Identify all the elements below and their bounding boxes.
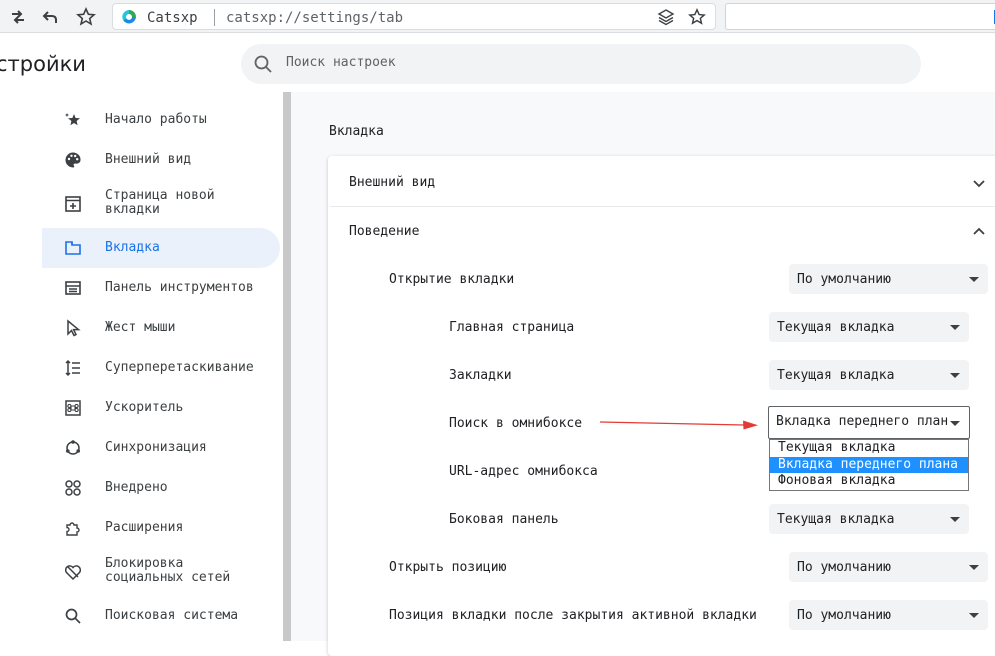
sync-arrows-icon[interactable] — [7, 6, 29, 28]
page-title: стройки — [0, 52, 86, 76]
sidebar-item-super-drag[interactable]: Суперперетаскивание — [42, 348, 280, 388]
sidebar-item-search-engine[interactable]: Поисковая система — [42, 596, 280, 636]
address-separator — [214, 9, 215, 26]
dropdown-arrow-icon — [950, 421, 960, 426]
palette-icon — [64, 151, 82, 169]
sidebar-item-label: Блокировка социальных сетей — [105, 556, 231, 585]
drag-lines-icon — [64, 359, 82, 377]
dropdown-option-selected[interactable]: Вкладка переднего плана — [770, 456, 968, 474]
sidebar-item-extensions[interactable]: Расширения — [42, 508, 280, 548]
select-value: По умолчанию — [797, 560, 891, 575]
sidebar-item-sync[interactable]: Синхронизация — [42, 428, 280, 468]
url-text[interactable]: catsxp://settings/tab — [226, 10, 403, 26]
after-close-position-select[interactable]: По умолчанию — [789, 600, 988, 630]
tab-icon — [64, 239, 82, 257]
select-value: По умолчанию — [797, 272, 891, 287]
star-icon[interactable] — [688, 8, 706, 30]
omnibox-search-dropdown: Текущая вкладка Вкладка переднего плана … — [769, 439, 969, 491]
dropdown-arrow-icon — [969, 565, 979, 570]
toolbar-search-box[interactable] — [725, 3, 995, 30]
search-icon — [64, 607, 82, 625]
select-value: Текущая вкладка — [777, 368, 895, 383]
dropdown-arrow-icon — [969, 613, 979, 618]
dropdown-option[interactable]: Фоновая вкладка — [770, 473, 968, 490]
sidebar-item-social-block[interactable]: Блокировка социальных сетей — [42, 550, 280, 590]
sidebar-item-label: Жест мыши — [105, 320, 176, 335]
annotation-arrow — [598, 414, 760, 434]
browser-toolbar: Catsxp catsxp://settings/tab — [0, 0, 995, 33]
search-icon — [253, 54, 273, 78]
open-position-select[interactable]: По умолчанию — [789, 552, 988, 582]
sync-icon — [64, 439, 82, 457]
settings-search-input[interactable] — [286, 55, 786, 70]
side-panel-select[interactable]: Текущая вкладка — [769, 504, 969, 534]
undo-arrow-icon[interactable] — [39, 6, 61, 28]
address-bar[interactable]: Catsxp catsxp://settings/tab — [112, 3, 716, 30]
sidebar-item-label: Внешний вид — [105, 152, 192, 167]
sidebar-item-label: Панель инструментов — [105, 280, 254, 295]
sidebar-item-label: Суперперетаскивание — [105, 360, 254, 375]
sidebar-item-getting-started[interactable]: Начало работы — [42, 100, 280, 140]
command-key-icon — [64, 399, 82, 417]
catsxp-logo-icon — [121, 9, 137, 25]
section-title: Вкладка — [329, 124, 384, 139]
dropdown-option[interactable]: Текущая вкладка — [770, 440, 968, 457]
open-position-label: Открыть позицию — [389, 560, 507, 575]
behavior-header[interactable]: Поведение — [349, 224, 419, 239]
sidebar-item-label: Расширения — [105, 520, 184, 535]
puzzle-icon — [64, 519, 82, 537]
sidebar-item-label: Страница новой вкладки — [105, 188, 215, 217]
dropdown-arrow-icon — [969, 277, 979, 282]
home-page-label: Главная страница — [449, 320, 575, 335]
sidebar-item-mouse-gesture[interactable]: Жест мыши — [42, 308, 280, 348]
bookmarks-select[interactable]: Текущая вкладка — [769, 360, 969, 390]
bookmark-star-icon[interactable] — [75, 6, 97, 28]
settings-search-box[interactable] — [241, 44, 921, 84]
open-tab-label: Открытие вкладки — [389, 272, 515, 287]
open-tab-select[interactable]: По умолчанию — [789, 264, 988, 294]
site-name: Catsxp — [147, 10, 198, 26]
sidebar-item-tab[interactable]: Вкладка — [42, 228, 280, 268]
sidebar-item-label: Вкладка — [105, 240, 160, 255]
select-value: Текущая вкладка — [777, 512, 895, 527]
sidebar-item-accelerator[interactable]: Ускоритель — [42, 388, 280, 428]
sidebar-item-toolbar[interactable]: Панель инструментов — [42, 268, 280, 308]
sidebar-item-label: Внедрено — [105, 480, 168, 495]
layers-icon[interactable] — [657, 8, 675, 30]
mouse-pointer-icon — [64, 319, 82, 337]
sidebar-item-label: Начало работы — [105, 112, 207, 127]
omnibox-url-label: URL-адрес омнибокса — [449, 464, 598, 479]
sidebar-item-new-tab-page[interactable]: Страница новой вкладки — [42, 182, 280, 222]
embedded-icon — [64, 479, 82, 497]
after-close-position-label: Позиция вкладки после закрытия активной … — [389, 608, 757, 623]
omnibox-search-select[interactable]: Вкладка переднего план — [768, 406, 970, 439]
sidebar-item-appearance[interactable]: Внешний вид — [42, 140, 280, 180]
home-page-select[interactable]: Текущая вкладка — [769, 312, 969, 342]
social-block-icon — [64, 563, 82, 581]
side-panel-label: Боковая панель — [449, 512, 559, 527]
omnibox-search-label: Поиск в омнибоксе — [449, 416, 583, 431]
chevron-down-icon[interactable] — [971, 175, 987, 191]
sidebar-item-label: Ускоритель — [105, 400, 184, 415]
bookmarks-label: Закладки — [449, 368, 512, 383]
sidebar-scrollbar[interactable] — [283, 92, 291, 641]
toolbar-icon — [64, 279, 82, 297]
select-value: По умолчанию — [797, 608, 891, 623]
dropdown-arrow-icon — [950, 517, 960, 522]
new-tab-page-icon — [64, 195, 82, 213]
select-value: Текущая вкладка — [777, 320, 895, 335]
dropdown-arrow-icon — [950, 373, 960, 378]
chevron-up-icon[interactable] — [971, 223, 987, 239]
sidebar-item-label: Поисковая система — [105, 608, 239, 623]
dropdown-arrow-icon — [950, 325, 960, 330]
select-value: Вкладка переднего план — [776, 414, 949, 429]
sparkle-star-icon — [64, 111, 82, 129]
divider — [330, 206, 995, 207]
sidebar-item-embedded[interactable]: Внедрено — [42, 468, 280, 508]
appearance-header[interactable]: Внешний вид — [349, 175, 435, 190]
sidebar-item-label: Синхронизация — [105, 440, 207, 455]
